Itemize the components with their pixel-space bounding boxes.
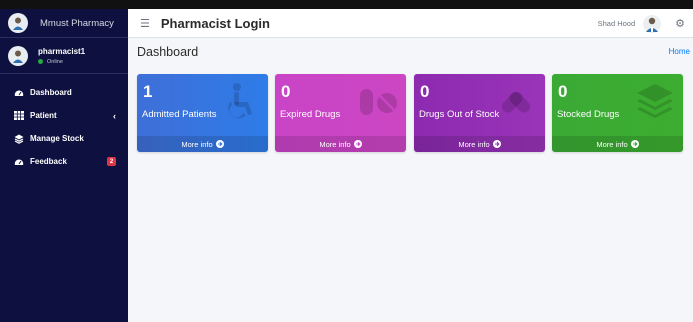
breadcrumb-home-link[interactable]: Home	[669, 47, 690, 56]
stat-label: Expired Drugs	[280, 109, 341, 120]
chevron-left-icon[interactable]: ‹	[113, 111, 116, 121]
sidebar-item-dashboard[interactable]: Dashboard	[0, 81, 128, 104]
sidebar-item-manage-stock[interactable]: Manage Stock	[0, 127, 128, 150]
table-icon	[14, 111, 24, 121]
gear-icon[interactable]: ⚙	[675, 17, 685, 30]
layers-icon	[635, 82, 675, 122]
sidebar-item-label: Patient	[30, 111, 57, 120]
stat-number: 1	[143, 82, 153, 101]
dashboard-icon	[14, 88, 24, 98]
stat-number: 0	[558, 82, 568, 101]
sidebar-item-patient[interactable]: Patient ‹	[0, 104, 128, 127]
stat-number: 0	[420, 82, 430, 101]
brand-logo-icon	[8, 13, 28, 33]
brand-link[interactable]: Mmust Pharmacy	[0, 9, 128, 38]
sidebar-item-feedback[interactable]: Feedback 2	[0, 150, 128, 173]
arrow-circle-right-icon	[215, 140, 224, 148]
user-status: Online	[38, 59, 85, 65]
main-content: Dashboard Home 1 Admitted Patients More …	[128, 38, 693, 322]
more-info-link[interactable]: More info	[275, 136, 406, 152]
brand-text: Mmust Pharmacy	[40, 17, 114, 29]
more-info-link[interactable]: More info	[552, 136, 683, 152]
arrow-circle-right-icon	[492, 140, 501, 148]
menu-toggle-icon[interactable]: ☰	[140, 17, 150, 30]
more-info-link[interactable]: More info	[414, 136, 545, 152]
user-status-label: Online	[47, 58, 63, 65]
user-panel[interactable]: pharmacist1 Online	[0, 38, 128, 74]
more-info-label: More info	[458, 139, 490, 149]
capsules-icon	[497, 82, 537, 122]
sidebar-item-label: Dashboard	[30, 88, 72, 97]
notification-badge: 2	[107, 157, 116, 166]
stat-label: Admitted Patients	[142, 109, 217, 120]
stat-box-admitted-patients: 1 Admitted Patients More info	[137, 74, 268, 152]
sidebar-item-label: Feedback	[30, 157, 67, 166]
navbar-user-name[interactable]: Shad Hood	[598, 19, 636, 28]
stat-box-stocked-drugs: 0 Stocked Drugs More info	[552, 74, 683, 152]
layers-icon	[14, 134, 24, 144]
arrow-circle-right-icon	[353, 140, 362, 148]
sidebar: Mmust Pharmacy pharmacist1 Online Dashbo…	[0, 9, 128, 322]
sidebar-item-label: Manage Stock	[30, 134, 84, 143]
more-info-label: More info	[181, 139, 213, 149]
dashboard-icon	[14, 157, 24, 167]
pills-icon	[358, 82, 398, 122]
more-info-label: More info	[319, 139, 351, 149]
more-info-label: More info	[596, 139, 628, 149]
content-header: Dashboard Home	[128, 38, 693, 65]
stat-label: Stocked Drugs	[557, 109, 620, 120]
sidebar-nav: Dashboard Patient ‹ Manage Stock Feedbac…	[0, 81, 128, 173]
arrow-circle-right-icon	[630, 140, 639, 148]
window-top-strip	[0, 0, 693, 9]
user-name[interactable]: pharmacist1	[38, 47, 85, 56]
stat-number: 0	[281, 82, 291, 101]
avatar	[8, 45, 28, 66]
page-header-title: Pharmacist Login	[160, 15, 270, 31]
top-navbar: ☰ Pharmacist Login Shad Hood ⚙	[128, 9, 693, 38]
navbar-avatar[interactable]	[643, 14, 662, 33]
online-dot-icon	[38, 59, 43, 64]
more-info-link[interactable]: More info	[137, 136, 268, 152]
stat-box-drugs-out-of-stock: 0 Drugs Out of Stock More info	[414, 74, 545, 152]
stat-box-expired-drugs: 0 Expired Drugs More info	[275, 74, 406, 152]
page-title: Dashboard	[137, 44, 199, 59]
stat-label: Drugs Out of Stock	[419, 109, 500, 120]
wheelchair-icon	[220, 82, 260, 122]
